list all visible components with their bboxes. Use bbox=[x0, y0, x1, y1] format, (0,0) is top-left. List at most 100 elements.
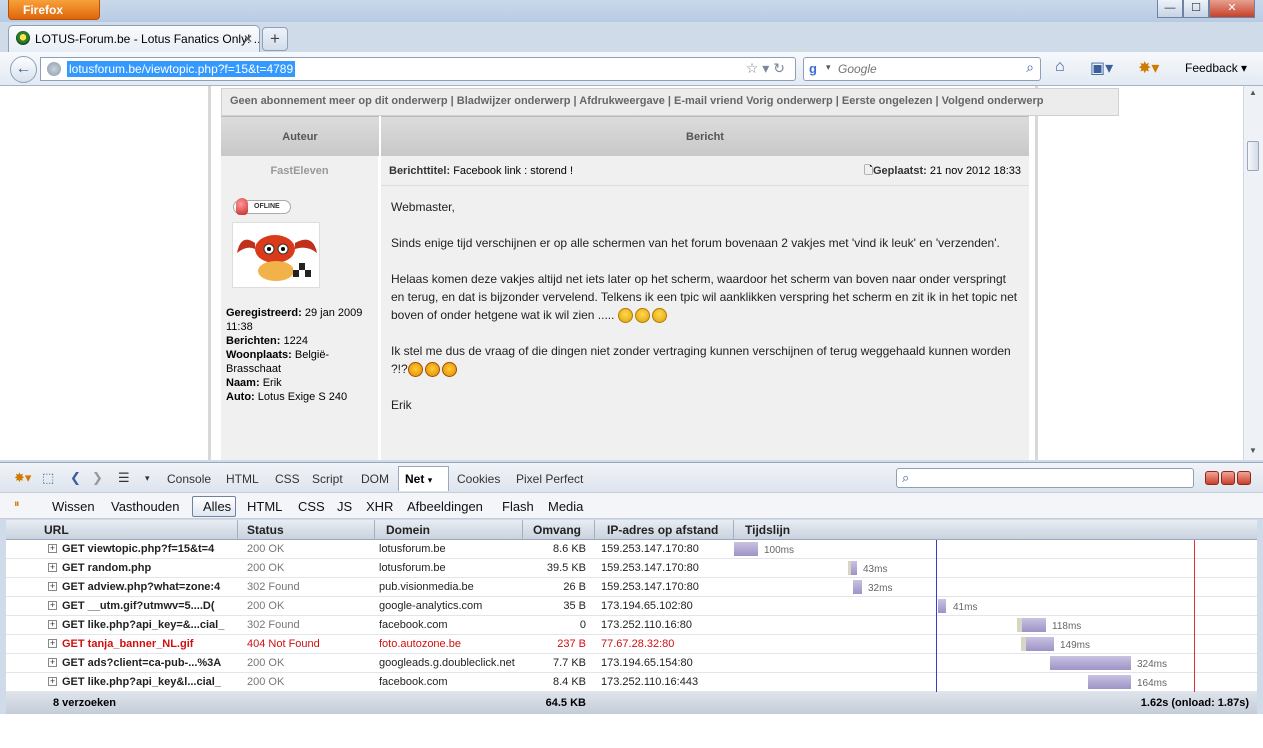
bookmark-star-icon[interactable]: ☆▾↻ bbox=[746, 60, 789, 77]
tab-css[interactable]: CSS bbox=[275, 472, 300, 486]
expand-icon[interactable]: + bbox=[48, 677, 57, 686]
timeline-bar[interactable] bbox=[1088, 675, 1131, 689]
col-ip[interactable]: IP-adres op afstand bbox=[607, 523, 718, 537]
filter-flash[interactable]: Flash bbox=[502, 499, 534, 514]
request-url[interactable]: GET like.php?api_key=&...cial_ bbox=[62, 619, 228, 631]
home-icon[interactable]: ⌂ bbox=[1055, 58, 1065, 76]
filter-html[interactable]: HTML bbox=[247, 499, 282, 514]
column-divider[interactable] bbox=[237, 520, 238, 540]
filter-js[interactable]: JS bbox=[337, 499, 352, 514]
persist-button[interactable]: Vasthouden bbox=[111, 499, 179, 514]
post-icon[interactable]: 🗋 bbox=[864, 165, 873, 177]
expand-icon[interactable]: + bbox=[48, 601, 57, 610]
timeline-bar[interactable] bbox=[1026, 637, 1054, 651]
filter-css[interactable]: CSS bbox=[298, 499, 325, 514]
author-name[interactable]: FastEleven bbox=[221, 156, 379, 186]
tab-cookies[interactable]: Cookies bbox=[457, 472, 500, 486]
table-row[interactable]: + GET random.php 200 OK lotusforum.be 39… bbox=[6, 559, 1257, 578]
tab-close-icon[interactable]: ✕ bbox=[243, 32, 253, 46]
expand-icon[interactable]: + bbox=[48, 639, 57, 648]
new-tab-button[interactable]: + bbox=[262, 27, 288, 51]
filter-images[interactable]: Afbeeldingen bbox=[407, 499, 483, 514]
panel-dropdown-icon[interactable]: ▾ bbox=[145, 473, 150, 484]
expand-icon[interactable]: + bbox=[48, 563, 57, 572]
back-arrow-icon[interactable]: ❮ bbox=[70, 470, 81, 486]
back-button[interactable]: ← bbox=[10, 56, 37, 83]
expand-icon[interactable]: + bbox=[48, 582, 57, 591]
tab-pixel-perfect[interactable]: Pixel Perfect bbox=[516, 472, 583, 486]
tab-script[interactable]: Script bbox=[312, 472, 343, 486]
filter-xhr[interactable]: XHR bbox=[366, 499, 393, 514]
firebug-icon[interactable]: ✸▾ bbox=[1138, 58, 1159, 78]
column-divider[interactable] bbox=[594, 520, 595, 540]
filter-media[interactable]: Media bbox=[548, 499, 583, 514]
net-dropdown-icon[interactable]: ▾ bbox=[428, 475, 433, 485]
column-divider[interactable] bbox=[374, 520, 375, 540]
tab-net[interactable]: Net ▾ bbox=[398, 466, 449, 491]
url-bar[interactable]: lotusforum.be/viewtopic.php?f=15&t=4789 … bbox=[40, 57, 796, 81]
firebug-search-input[interactable]: ⌕ bbox=[896, 468, 1194, 488]
col-timeline[interactable]: Tijdslijn bbox=[745, 523, 790, 537]
close-firebug-icon[interactable] bbox=[1237, 471, 1251, 485]
timeline-bar[interactable] bbox=[938, 599, 946, 613]
tab-dom[interactable]: DOM bbox=[361, 472, 389, 486]
close-window-button[interactable]: ✕ bbox=[1209, 0, 1255, 18]
detach-firebug-icon[interactable] bbox=[1221, 471, 1235, 485]
table-row[interactable]: + GET adview.php?what=zone:4 302 Found p… bbox=[6, 578, 1257, 597]
forward-arrow-icon[interactable]: ❯ bbox=[92, 470, 103, 486]
scroll-down-icon[interactable]: ▼ bbox=[1249, 446, 1257, 455]
scroll-up-icon[interactable]: ▲ bbox=[1249, 88, 1257, 97]
request-url[interactable]: GET viewtopic.php?f=15&t=4 bbox=[62, 543, 228, 555]
inspect-icon[interactable]: ⬚ bbox=[42, 470, 54, 486]
table-row[interactable]: + GET viewtopic.php?f=15&t=4 200 OK lotu… bbox=[6, 540, 1257, 559]
column-divider[interactable] bbox=[522, 520, 523, 540]
bookmarks-icon[interactable]: ▣▾ bbox=[1090, 58, 1113, 78]
search-icon[interactable]: ⌕ bbox=[1026, 59, 1034, 76]
col-size[interactable]: Omvang bbox=[533, 523, 581, 537]
timeline-bar[interactable] bbox=[734, 542, 758, 556]
table-row[interactable]: + GET __utm.gif?utmwv=5....D( 200 OK goo… bbox=[6, 597, 1257, 616]
expand-icon[interactable]: + bbox=[48, 658, 57, 667]
search-engine-dropdown-icon[interactable]: ▾ bbox=[826, 62, 831, 73]
timeline-bar[interactable] bbox=[853, 580, 862, 594]
filter-all-label[interactable]: Alles bbox=[203, 499, 231, 514]
col-domain[interactable]: Domein bbox=[386, 523, 430, 537]
table-row[interactable]: + GET like.php?api_key&l...cial_ 200 OK … bbox=[6, 673, 1257, 692]
page-scrollbar[interactable]: ▲ ▼ bbox=[1243, 86, 1263, 460]
table-row[interactable]: + GET like.php?api_key=&...cial_ 302 Fou… bbox=[6, 616, 1257, 635]
column-divider[interactable] bbox=[733, 520, 734, 540]
topic-links-bar[interactable]: Geen abonnement meer op dit onderwerp | … bbox=[221, 88, 1119, 116]
tab-html[interactable]: HTML bbox=[226, 472, 259, 486]
request-url[interactable]: GET tanja_banner_NL.gif bbox=[62, 638, 228, 650]
col-url[interactable]: URL bbox=[44, 523, 69, 537]
timeline-bar[interactable] bbox=[851, 561, 857, 575]
request-url[interactable]: GET ads?client=ca-pub-...%3A bbox=[62, 657, 228, 669]
timeline-bar[interactable] bbox=[1050, 656, 1131, 670]
feedback-button[interactable]: Feedback ▾ bbox=[1185, 61, 1247, 75]
maximize-button[interactable]: ☐ bbox=[1183, 0, 1209, 18]
google-search-engine-icon[interactable]: g bbox=[809, 61, 825, 77]
search-input[interactable] bbox=[838, 59, 1018, 79]
expand-icon[interactable]: + bbox=[48, 544, 57, 553]
tab-console[interactable]: Console bbox=[167, 472, 211, 486]
xhr-activity-icon[interactable]: ⏸ bbox=[14, 498, 20, 511]
request-url[interactable]: GET __utm.gif?utmwv=5....D( bbox=[62, 600, 228, 612]
clear-button[interactable]: Wissen bbox=[52, 499, 95, 514]
firefox-menu-button[interactable]: Firefox bbox=[8, 0, 100, 20]
site-identity-icon[interactable] bbox=[47, 62, 61, 76]
table-row[interactable]: + GET ads?client=ca-pub-...%3A 200 OK go… bbox=[6, 654, 1257, 673]
search-bar[interactable]: g ▾ ⌕ bbox=[803, 57, 1041, 81]
panel-list-icon[interactable]: ☰ bbox=[118, 470, 130, 486]
request-url[interactable]: GET like.php?api_key&l...cial_ bbox=[62, 676, 228, 688]
minimize-firebug-icon[interactable] bbox=[1205, 471, 1219, 485]
expand-icon[interactable]: + bbox=[48, 620, 57, 629]
minimize-button[interactable]: — bbox=[1157, 0, 1183, 18]
request-url[interactable]: GET random.php bbox=[62, 562, 228, 574]
url-text[interactable]: lotusforum.be/viewtopic.php?f=15&t=4789 bbox=[67, 61, 296, 77]
col-status[interactable]: Status bbox=[247, 523, 284, 537]
scrollbar-thumb[interactable] bbox=[1247, 141, 1259, 171]
table-row[interactable]: + GET tanja_banner_NL.gif 404 Not Found … bbox=[6, 635, 1257, 654]
tab-lotus-forum[interactable]: LOTUS-Forum.be - Lotus Fanatics Only! ..… bbox=[8, 25, 260, 52]
firebug-menu-icon[interactable]: ✸▾ bbox=[14, 470, 31, 486]
timeline-bar[interactable] bbox=[1022, 618, 1046, 632]
